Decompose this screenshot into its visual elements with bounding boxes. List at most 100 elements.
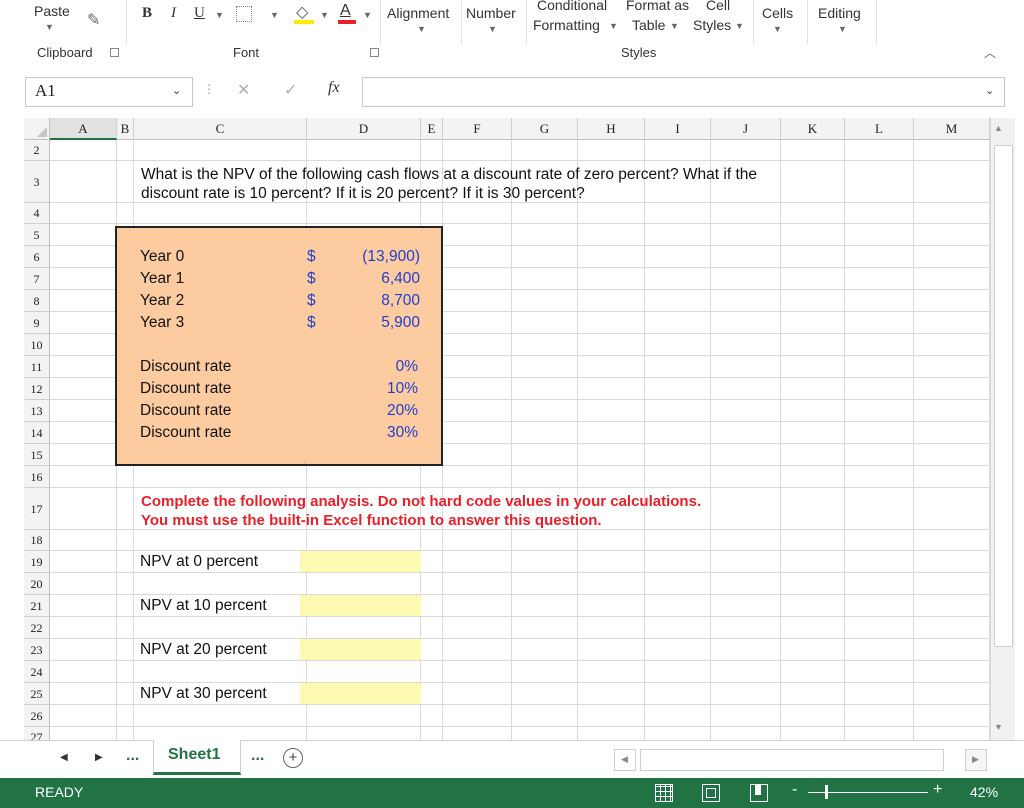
row-header-12[interactable]: 12 (24, 378, 50, 400)
row-header-25[interactable]: 25 (24, 683, 50, 705)
editing-button[interactable]: Editing (818, 5, 861, 21)
row-header-16[interactable]: 16 (24, 466, 50, 488)
row-header-22[interactable]: 22 (24, 617, 50, 639)
cells-button[interactable]: Cells (762, 5, 793, 21)
column-header-K[interactable]: K (781, 118, 845, 140)
zoom-in-icon[interactable]: + (933, 781, 942, 799)
npv-input-cell[interactable] (300, 595, 421, 616)
column-header-D[interactable]: D (307, 118, 421, 140)
zoom-out-icon[interactable]: - (792, 781, 797, 799)
column-header-M[interactable]: M (914, 118, 990, 140)
discount-rate-value[interactable]: 30% (320, 424, 418, 442)
column-header-G[interactable]: G (512, 118, 578, 140)
page-layout-view-icon[interactable] (702, 784, 720, 802)
font-color-dropdown-icon[interactable]: ▼ (363, 10, 372, 20)
scroll-thumb[interactable] (994, 145, 1013, 647)
row-header-6[interactable]: 6 (24, 246, 50, 268)
tab-scroll-right-icon[interactable]: ▶ (95, 752, 103, 763)
format-as-table-button[interactable]: Table (632, 17, 665, 33)
vertical-scrollbar[interactable]: ▲ ▼ (990, 118, 1015, 740)
bold-button[interactable]: B (142, 5, 152, 22)
row-header-18[interactable]: 18 (24, 530, 50, 551)
column-header-L[interactable]: L (845, 118, 914, 140)
column-header-F[interactable]: F (443, 118, 512, 140)
fill-color-icon[interactable]: ◇ (296, 2, 308, 22)
column-header-A[interactable]: A (50, 118, 117, 140)
cash-flow-value[interactable]: 5,900 (320, 314, 420, 332)
row-header-7[interactable]: 7 (24, 268, 50, 290)
row-header-23[interactable]: 23 (24, 639, 50, 661)
discount-rate-value[interactable]: 20% (320, 402, 418, 420)
conditional-formatting-dropdown-icon[interactable]: ▼ (609, 21, 618, 31)
conditional-formatting-label1[interactable]: Conditional (537, 0, 607, 13)
cash-flow-value[interactable]: (13,900) (320, 248, 420, 266)
collapse-ribbon-icon[interactable]: ︿ (984, 44, 996, 61)
editing-dropdown-icon[interactable]: ▼ (838, 24, 847, 34)
alignment-dropdown-icon[interactable]: ▼ (417, 24, 426, 34)
tab-scroll-left-icon[interactable]: ◀ (60, 752, 68, 763)
row-header-11[interactable]: 11 (24, 356, 50, 378)
select-all-corner[interactable] (24, 118, 50, 140)
clipboard-launcher-icon[interactable] (110, 48, 119, 57)
row-header-3[interactable]: 3 (24, 161, 50, 203)
fill-color-dropdown-icon[interactable]: ▼ (320, 10, 329, 20)
format-as-table-label1[interactable]: Format as (626, 0, 689, 13)
cancel-icon[interactable]: ✕ (237, 80, 250, 100)
cash-flow-value[interactable]: 6,400 (320, 270, 420, 288)
page-break-view-icon[interactable] (750, 784, 768, 802)
column-header-C[interactable]: C (134, 118, 307, 140)
column-header-I[interactable]: I (645, 118, 711, 140)
row-header-27[interactable]: 27 (24, 727, 50, 740)
row-header-26[interactable]: 26 (24, 705, 50, 727)
paste-dropdown-icon[interactable]: ▼ (45, 22, 54, 32)
column-header-B[interactable]: B (117, 118, 134, 140)
row-header-14[interactable]: 14 (24, 422, 50, 444)
alignment-button[interactable]: Alignment (387, 5, 449, 21)
more-options-icon[interactable]: ⋮ (203, 82, 215, 96)
cell-styles-dropdown-icon[interactable]: ▼ (735, 21, 744, 31)
hscroll-thumb[interactable] (640, 749, 944, 771)
font-launcher-icon[interactable] (370, 48, 379, 57)
conditional-formatting-button[interactable]: Formatting (533, 17, 600, 33)
npv-input-cell[interactable] (300, 551, 421, 572)
row-header-8[interactable]: 8 (24, 290, 50, 312)
name-box[interactable]: A1 ⌄ (25, 77, 193, 107)
npv-input-cell[interactable] (300, 639, 421, 660)
number-dropdown-icon[interactable]: ▼ (488, 24, 497, 34)
npv-input-cell[interactable] (300, 683, 421, 704)
discount-rate-value[interactable]: 10% (320, 380, 418, 398)
formula-input[interactable]: ⌄ (362, 77, 1005, 107)
row-header-9[interactable]: 9 (24, 312, 50, 334)
row-header-20[interactable]: 20 (24, 573, 50, 595)
discount-rate-value[interactable]: 0% (320, 358, 418, 376)
paste-button[interactable]: Paste (34, 3, 70, 19)
row-header-15[interactable]: 15 (24, 444, 50, 466)
row-header-19[interactable]: 19 (24, 551, 50, 573)
cash-flow-value[interactable]: 8,700 (320, 292, 420, 310)
scroll-up-icon[interactable]: ▲ (994, 123, 1003, 133)
insert-function-icon[interactable]: fx (328, 79, 340, 97)
row-header-24[interactable]: 24 (24, 661, 50, 683)
underline-button[interactable]: U (194, 5, 205, 22)
cell-styles-button[interactable]: Styles (693, 17, 731, 33)
scroll-down-icon[interactable]: ▼ (994, 722, 1003, 732)
tab-ellipsis-right[interactable]: ... (251, 747, 264, 765)
column-header-E[interactable]: E (421, 118, 443, 140)
cell-styles-label1[interactable]: Cell (706, 0, 730, 13)
worksheet-grid[interactable]: ABCDEFGHIJKLM 2 3 4 5 6 7 8 9 10 11 12 13 14 15 16 17 18… (0, 118, 990, 740)
row-header-2[interactable]: 2 (24, 140, 50, 161)
row-header-5[interactable]: 5 (24, 224, 50, 246)
row-header-10[interactable]: 10 (24, 334, 50, 356)
hscroll-left-button[interactable]: ◀ (614, 749, 636, 771)
zoom-slider-thumb[interactable] (825, 785, 828, 799)
number-button[interactable]: Number (466, 5, 516, 21)
tab-ellipsis-left[interactable]: ... (126, 747, 139, 765)
borders-icon[interactable] (236, 6, 252, 22)
enter-icon[interactable]: ✓ (284, 80, 297, 100)
format-as-table-dropdown-icon[interactable]: ▼ (670, 21, 679, 31)
zoom-level[interactable]: 42% (970, 784, 998, 800)
format-painter-icon[interactable]: ✎ (87, 10, 100, 30)
row-header-4[interactable]: 4 (24, 203, 50, 224)
row-header-13[interactable]: 13 (24, 400, 50, 422)
font-color-icon[interactable]: A (340, 2, 351, 20)
